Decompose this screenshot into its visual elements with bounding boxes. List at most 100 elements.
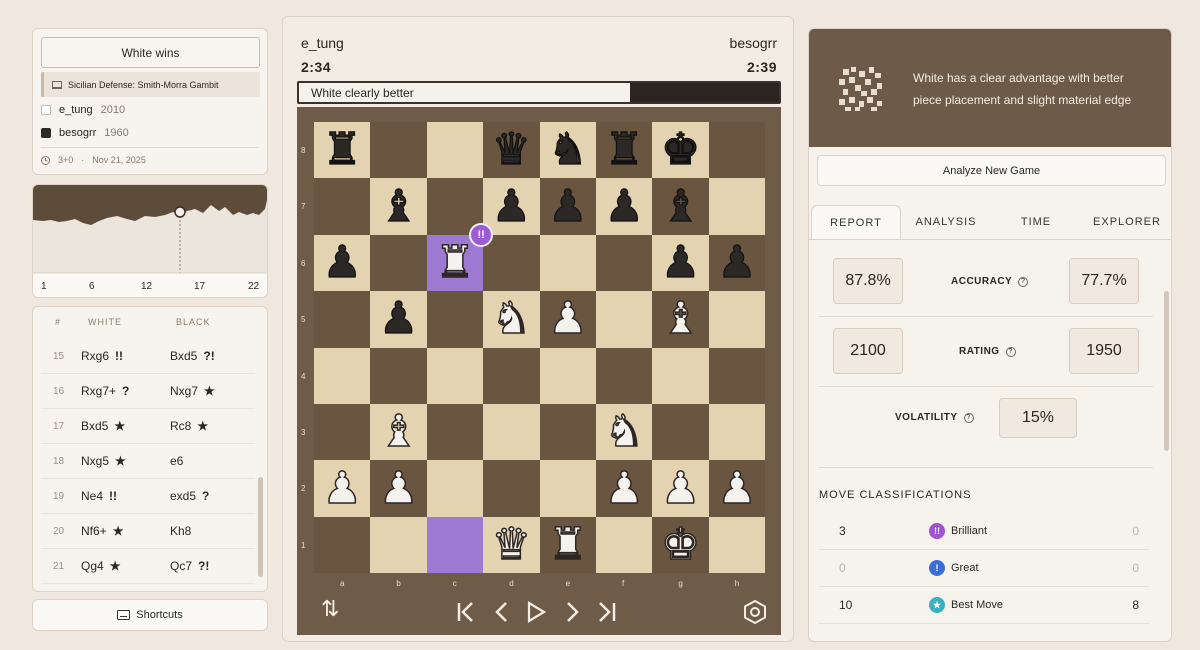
black-rook-icon[interactable]: ♜ bbox=[314, 122, 370, 178]
square-d3[interactable] bbox=[483, 404, 540, 461]
square-g3[interactable] bbox=[652, 404, 709, 461]
square-c5[interactable] bbox=[426, 291, 484, 348]
square-d2[interactable] bbox=[483, 460, 540, 517]
square-c1[interactable] bbox=[426, 516, 484, 574]
flip-board-icon[interactable]: ⇅ bbox=[321, 597, 339, 622]
square-d4[interactable] bbox=[483, 347, 540, 404]
black-move[interactable]: Qc7?! bbox=[170, 559, 209, 573]
white-pawn-icon[interactable]: ♟ bbox=[370, 460, 426, 516]
square-h8[interactable] bbox=[708, 122, 766, 179]
square-a7[interactable] bbox=[314, 178, 371, 235]
white-knight-icon[interactable]: ♞ bbox=[596, 404, 652, 460]
tab-time[interactable]: TIME bbox=[991, 205, 1081, 239]
settings-icon[interactable] bbox=[743, 600, 767, 624]
opening-label[interactable]: Sicilian Defense: Smith-Morra Gambit bbox=[41, 72, 260, 97]
square-h4[interactable] bbox=[708, 347, 766, 404]
white-pawn-icon[interactable]: ♟ bbox=[652, 460, 708, 516]
chess-board[interactable]: ♜ ♛ ♞ ♜ ♚ ♝ ♟ ♟ ♟ ♝ ♟ ♜ ♟ ♟ ♟ ♞ ♟ ♝ ♝ ♞ ♟ ♟ ♟ ♟ ♟ ♛ ♜ ♚!! bbox=[314, 122, 766, 574]
white-knight-icon[interactable]: ♞ bbox=[483, 291, 539, 347]
black-bishop-icon[interactable]: ♝ bbox=[652, 178, 708, 234]
white-move[interactable]: Rxg7+? bbox=[81, 384, 170, 398]
black-pawn-icon[interactable]: ♟ bbox=[314, 235, 370, 291]
white-king-icon[interactable]: ♚ bbox=[652, 517, 708, 573]
square-d6[interactable] bbox=[483, 234, 540, 292]
black-rook-icon[interactable]: ♜ bbox=[596, 122, 652, 178]
square-b4[interactable] bbox=[370, 347, 427, 404]
last-move-icon[interactable] bbox=[595, 601, 619, 623]
black-pawn-icon[interactable]: ♟ bbox=[652, 235, 708, 291]
square-e6[interactable] bbox=[539, 234, 596, 292]
square-a3[interactable] bbox=[314, 404, 371, 461]
black-king-icon[interactable]: ♚ bbox=[652, 122, 708, 178]
black-pawn-icon[interactable]: ♟ bbox=[370, 291, 426, 347]
square-a5[interactable] bbox=[314, 291, 371, 348]
white-pawn-icon[interactable]: ♟ bbox=[314, 460, 370, 516]
brilliant-move-badge: !! bbox=[469, 222, 494, 247]
black-knight-icon[interactable]: ♞ bbox=[540, 122, 596, 178]
black-queen-icon[interactable]: ♛ bbox=[483, 122, 539, 178]
square-a4[interactable] bbox=[314, 347, 371, 404]
result-button[interactable]: White wins bbox=[41, 37, 260, 68]
white-move[interactable]: Ne4!! bbox=[81, 489, 170, 503]
square-h7[interactable] bbox=[708, 178, 766, 235]
previous-move-icon[interactable] bbox=[493, 601, 511, 623]
play-icon[interactable] bbox=[525, 601, 547, 623]
white-bishop-icon[interactable]: ♝ bbox=[652, 291, 708, 347]
move-list-scrollbar[interactable] bbox=[258, 477, 263, 577]
white-pawn-icon[interactable]: ♟ bbox=[709, 460, 765, 516]
black-move[interactable]: Bxd5?! bbox=[170, 349, 215, 363]
white-rook-icon[interactable]: ♜ bbox=[540, 517, 596, 573]
square-c3[interactable] bbox=[426, 404, 484, 461]
black-pawn-icon[interactable]: ♟ bbox=[483, 178, 539, 234]
white-move[interactable]: Bxd5 ★ bbox=[81, 419, 170, 433]
tab-report[interactable]: REPORT bbox=[811, 205, 901, 239]
black-move[interactable]: Nxg7 ★ bbox=[170, 384, 215, 398]
white-queen-icon[interactable]: ♛ bbox=[483, 517, 539, 573]
square-b6[interactable] bbox=[370, 234, 427, 292]
analyze-new-game-button[interactable]: Analyze New Game bbox=[817, 155, 1166, 186]
square-c8[interactable] bbox=[426, 122, 484, 179]
black-move[interactable]: exd5? bbox=[170, 489, 209, 503]
square-e2[interactable] bbox=[539, 460, 596, 517]
white-pawn-icon[interactable]: ♟ bbox=[596, 460, 652, 516]
square-h3[interactable] bbox=[708, 404, 766, 461]
black-bishop-icon[interactable]: ♝ bbox=[370, 178, 426, 234]
square-c4[interactable] bbox=[426, 347, 484, 404]
square-a1[interactable] bbox=[314, 516, 371, 574]
tab-explorer[interactable]: EXPLORER bbox=[1081, 205, 1171, 239]
black-move[interactable]: Kh8 bbox=[170, 524, 197, 538]
square-e3[interactable] bbox=[539, 404, 596, 461]
help-icon[interactable]: ? bbox=[1005, 346, 1016, 357]
square-e4[interactable] bbox=[539, 347, 596, 404]
white-pawn-icon[interactable]: ♟ bbox=[540, 291, 596, 347]
black-pawn-icon[interactable]: ♟ bbox=[709, 235, 765, 291]
square-f5[interactable] bbox=[596, 291, 653, 348]
square-c2[interactable] bbox=[426, 460, 484, 517]
first-move-icon[interactable] bbox=[455, 601, 477, 623]
white-move[interactable]: Nxg5 ★ bbox=[81, 454, 170, 468]
white-move[interactable]: Nf6+ ★ bbox=[81, 524, 170, 538]
shortcuts-button[interactable]: Shortcuts bbox=[32, 599, 268, 631]
black-move[interactable]: Rc8 ★ bbox=[170, 419, 208, 433]
white-move[interactable]: Rxg6!! bbox=[81, 349, 170, 363]
white-bishop-icon[interactable]: ♝ bbox=[370, 404, 426, 460]
current-move-marker[interactable] bbox=[174, 206, 186, 218]
tab-analysis[interactable]: ANALYSIS bbox=[901, 205, 991, 239]
black-move[interactable]: e6 bbox=[170, 454, 189, 468]
evaluation-graph[interactable]: 1 6 12 17 22 bbox=[32, 184, 268, 298]
square-f4[interactable] bbox=[596, 347, 653, 404]
help-icon[interactable]: ? bbox=[1018, 276, 1029, 287]
black-pawn-icon[interactable]: ♟ bbox=[540, 178, 596, 234]
square-f6[interactable] bbox=[596, 234, 653, 292]
square-g4[interactable] bbox=[652, 347, 709, 404]
help-icon[interactable]: ? bbox=[963, 412, 974, 423]
next-move-icon[interactable] bbox=[563, 601, 581, 623]
square-b1[interactable] bbox=[370, 516, 427, 574]
black-pawn-icon[interactable]: ♟ bbox=[596, 178, 652, 234]
report-scrollbar[interactable] bbox=[1164, 291, 1169, 451]
square-h5[interactable] bbox=[708, 291, 766, 348]
square-b8[interactable] bbox=[370, 122, 427, 179]
square-h1[interactable] bbox=[708, 516, 766, 574]
square-f1[interactable] bbox=[596, 516, 653, 574]
white-move[interactable]: Qg4 ★ bbox=[81, 559, 170, 573]
